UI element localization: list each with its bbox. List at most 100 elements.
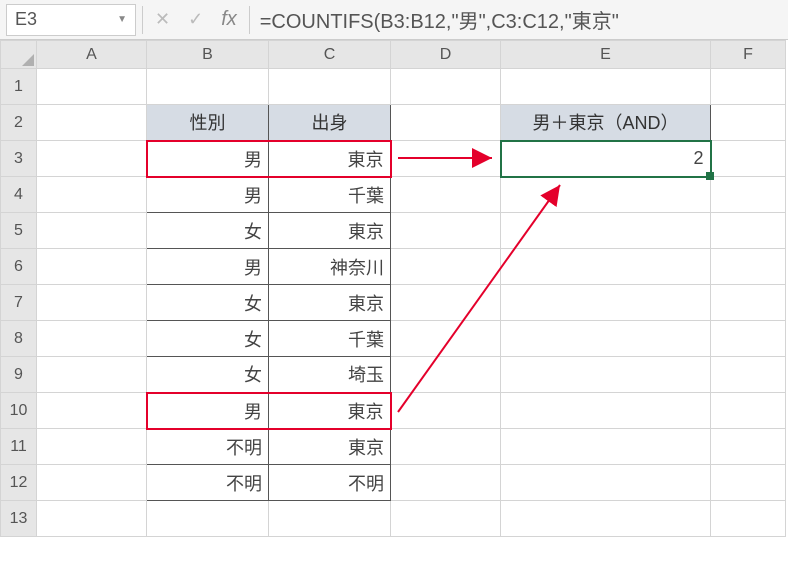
cell[interactable] [391,321,501,357]
col-header-E[interactable]: E [501,41,711,69]
cell-B10[interactable]: 男 [147,393,269,429]
col-header-A[interactable]: A [37,41,147,69]
cell[interactable] [37,357,147,393]
cell-B5[interactable]: 女 [147,213,269,249]
cell-C4[interactable]: 千葉 [269,177,391,213]
cell[interactable] [391,465,501,501]
cell[interactable] [37,177,147,213]
cell-C7[interactable]: 東京 [269,285,391,321]
header-result[interactable]: 男＋東京（AND） [501,105,711,141]
col-header-F[interactable]: F [711,41,786,69]
cell[interactable] [269,501,391,537]
cell-C8[interactable]: 千葉 [269,321,391,357]
cell[interactable] [391,285,501,321]
fill-handle[interactable] [706,172,714,180]
cell-B7[interactable]: 女 [147,285,269,321]
cell[interactable] [501,177,711,213]
cell-B8[interactable]: 女 [147,321,269,357]
row-header[interactable]: 10 [1,393,37,429]
row-header[interactable]: 1 [1,69,37,105]
cell[interactable] [711,429,786,465]
cell[interactable] [711,141,786,177]
cell-C9[interactable]: 埼玉 [269,357,391,393]
cell-C6[interactable]: 神奈川 [269,249,391,285]
cell[interactable] [391,105,501,141]
cell[interactable] [711,249,786,285]
cell[interactable] [501,393,711,429]
cell[interactable] [391,249,501,285]
cell[interactable] [37,285,147,321]
cell[interactable] [391,357,501,393]
cell[interactable] [391,501,501,537]
cell[interactable] [269,69,391,105]
cell[interactable] [711,69,786,105]
cell[interactable] [501,465,711,501]
cell[interactable] [147,501,269,537]
cell[interactable] [391,177,501,213]
cell[interactable] [37,213,147,249]
cell[interactable] [711,465,786,501]
cell[interactable] [391,213,501,249]
cell[interactable] [37,501,147,537]
row-header[interactable]: 7 [1,285,37,321]
header-origin[interactable]: 出身 [269,105,391,141]
cell[interactable] [37,105,147,141]
dropdown-icon[interactable]: ▼ [117,14,127,25]
cell[interactable] [711,177,786,213]
cell[interactable] [711,501,786,537]
cell[interactable] [391,393,501,429]
cell-C10[interactable]: 東京 [269,393,391,429]
cell[interactable] [391,429,501,465]
fx-icon[interactable]: fx [221,8,237,31]
row-header[interactable]: 9 [1,357,37,393]
cell[interactable] [391,69,501,105]
cell[interactable] [37,141,147,177]
cell[interactable] [501,285,711,321]
accept-icon[interactable]: ✓ [188,9,203,30]
cancel-icon[interactable]: ✕ [155,9,170,30]
cell[interactable] [37,321,147,357]
cell[interactable] [501,429,711,465]
cell[interactable] [711,285,786,321]
cell-B3[interactable]: 男 [147,141,269,177]
cell-C11[interactable]: 東京 [269,429,391,465]
row-header[interactable]: 5 [1,213,37,249]
cell[interactable] [501,321,711,357]
cell-B12[interactable]: 不明 [147,465,269,501]
cell-C5[interactable]: 東京 [269,213,391,249]
row-header[interactable]: 6 [1,249,37,285]
row-header[interactable]: 2 [1,105,37,141]
header-gender[interactable]: 性別 [147,105,269,141]
formula-text[interactable]: =COUNTIFS(B3:B12,"男",C3:C12,"東京" [250,5,788,34]
cell[interactable] [37,249,147,285]
cell[interactable] [501,249,711,285]
col-header-D[interactable]: D [391,41,501,69]
select-all-corner[interactable] [1,41,37,69]
spreadsheet-grid[interactable]: A B C D E F 1 2 性別 出身 男＋東京（AND） 3 男 東京 2… [0,40,786,537]
col-header-B[interactable]: B [147,41,269,69]
row-header[interactable]: 8 [1,321,37,357]
cell[interactable] [37,429,147,465]
cell-B11[interactable]: 不明 [147,429,269,465]
cell[interactable] [37,69,147,105]
cell[interactable] [501,501,711,537]
cell-C3[interactable]: 東京 [269,141,391,177]
cell[interactable] [147,69,269,105]
cell[interactable] [711,321,786,357]
cell-B9[interactable]: 女 [147,357,269,393]
cell[interactable] [501,357,711,393]
cell[interactable] [391,141,501,177]
cell-C12[interactable]: 不明 [269,465,391,501]
row-header[interactable]: 12 [1,465,37,501]
cell[interactable] [711,213,786,249]
row-header[interactable]: 13 [1,501,37,537]
row-header[interactable]: 3 [1,141,37,177]
cell[interactable] [711,357,786,393]
cell[interactable] [711,393,786,429]
cell[interactable] [501,69,711,105]
cell-B4[interactable]: 男 [147,177,269,213]
row-header[interactable]: 4 [1,177,37,213]
cell[interactable] [37,393,147,429]
col-header-C[interactable]: C [269,41,391,69]
cell[interactable] [501,213,711,249]
